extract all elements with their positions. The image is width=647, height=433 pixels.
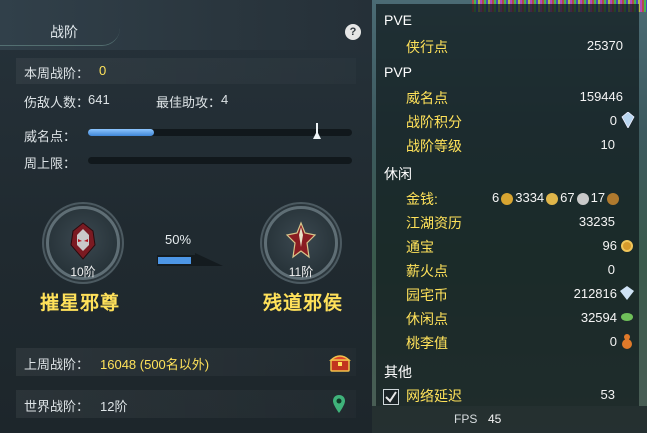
last-week-value: 16048 (500名以外) — [100, 357, 210, 372]
rank-score-value: 0 — [609, 113, 617, 128]
coins-label: 金钱: — [406, 191, 438, 207]
taoli-label: 桃李值 — [406, 335, 448, 351]
last-week-rank-row: 上周战阶： 16048 (500名以外) — [16, 348, 356, 376]
gold-ingot-icon — [501, 192, 514, 205]
demon-mask-icon — [70, 222, 96, 260]
coin-value-3: 67 — [560, 190, 575, 205]
prestige-cap-marker — [313, 131, 321, 139]
xinhuo-label: 薪火点 — [406, 263, 448, 279]
next-rank-level: 11阶 — [288, 265, 314, 279]
weekly-cap-bar — [88, 157, 352, 164]
leisure-points-label: 休闲点 — [406, 311, 448, 327]
tongbao-label: 通宝 — [406, 239, 434, 255]
prestige-points-label: 威名点 — [406, 90, 448, 106]
currency-overlay: PVE 侠行点 25370 PVP 威名点 159446 战阶积分 0 战阶等级… — [376, 4, 639, 406]
jianghu-label: 江湖资历 — [406, 215, 462, 231]
jianghu-value: 33235 — [578, 214, 615, 229]
gem-icon — [620, 286, 634, 300]
injured-label: 伤敌人数： — [24, 95, 90, 110]
weekly-rank-value: 0 — [99, 63, 107, 78]
taoli-value: 0 — [609, 334, 617, 349]
xinhuo-value: 0 — [607, 262, 615, 277]
silver-coin-icon — [576, 192, 589, 205]
world-label: 世界战阶： — [24, 399, 90, 414]
injured-value: 641 — [88, 92, 110, 107]
tongbao-value: 96 — [602, 238, 617, 253]
panel-header: 战阶 ? — [0, 0, 372, 50]
rank-progress-arrow — [157, 253, 223, 266]
currency-panel: PVE 侠行点 25370 PVP 威名点 159446 战阶积分 0 战阶等级… — [372, 0, 647, 433]
other-header: 其他 — [384, 364, 412, 380]
coin-value-4: 17 — [590, 190, 606, 205]
next-rank-emblem[interactable]: 11阶 — [264, 206, 338, 280]
prestige-bar — [88, 123, 352, 139]
weekly-rank-row: 本周战阶： 0 — [16, 58, 356, 84]
pve-header: PVE — [384, 12, 413, 28]
xiaxing-label: 侠行点 — [406, 39, 448, 55]
rank-level-value: 10 — [600, 137, 615, 152]
weekly-cap-label: 周上限： — [24, 156, 77, 171]
winged-crest-icon — [285, 221, 317, 259]
coins-group: 6 3334 67 17 — [492, 190, 620, 205]
network-delay-label: 网络延迟 — [406, 388, 462, 404]
fps-footer: FPS 45 — [372, 406, 647, 433]
gold-coin-icon — [546, 192, 559, 205]
leisure-points-value: 32594 — [580, 310, 617, 325]
gourd-icon — [622, 334, 632, 349]
current-rank-emblem[interactable]: 10阶 — [46, 206, 120, 280]
leisure-header: 休闲 — [384, 166, 412, 182]
best-assist-label: 最佳助攻： — [156, 95, 222, 110]
weekly-rank-label: 本周战阶： — [24, 66, 90, 81]
checkmark-icon — [385, 391, 397, 403]
best-assist-value: 4 — [221, 92, 229, 107]
prestige-label: 威名点： — [24, 129, 77, 144]
prestige-points-value: 159446 — [579, 89, 623, 104]
rank-level-label: 战阶等级 — [406, 138, 462, 154]
weekly-cap-row: 周上限： — [16, 148, 356, 174]
battle-rank-panel: 战阶 ? 本周战阶： 0 伤敌人数： 641 最佳助攻： 4 威名点： 周上限：… — [0, 0, 372, 433]
current-rank-name: 摧星邪尊 — [40, 293, 121, 314]
prestige-bar-fill — [88, 129, 154, 136]
copper-coin-icon — [607, 192, 620, 205]
combat-stats-row: 伤敌人数： 641 最佳助攻： 4 — [16, 87, 356, 113]
rank-progress-fill — [158, 257, 191, 264]
yuanzhai-value: 212816 — [573, 286, 617, 301]
pvp-header: PVP — [384, 64, 413, 80]
location-pin-icon[interactable] — [332, 394, 346, 414]
yuanzhai-label: 园宅币 — [406, 287, 448, 303]
fps-value: 45 — [488, 412, 502, 426]
leaf-icon — [621, 313, 633, 321]
panel-title: 战阶 — [50, 24, 78, 40]
xiaxing-value: 25370 — [586, 38, 623, 53]
world-rank-row: 世界战阶： 12阶 — [16, 390, 356, 418]
current-rank-level: 10阶 — [70, 265, 96, 279]
coin-value-1: 6 — [492, 190, 500, 205]
fps-label: FPS — [454, 412, 478, 426]
tongbao-icon — [621, 240, 633, 252]
coin-value-2: 3334 — [515, 190, 545, 205]
rank-score-label: 战阶积分 — [406, 114, 462, 130]
help-icon[interactable]: ? — [345, 24, 361, 40]
last-week-label: 上周战阶： — [24, 357, 90, 372]
rank-progress-percent: 50% — [165, 232, 192, 247]
world-value: 12阶 — [100, 399, 128, 414]
network-delay-checkbox[interactable] — [383, 389, 399, 405]
next-rank-name: 残道邪侯 — [263, 293, 344, 314]
treasure-chest-icon[interactable] — [328, 351, 352, 373]
network-delay-value: 53 — [600, 387, 615, 402]
crystal-icon — [621, 112, 635, 128]
prestige-row: 威名点： — [16, 121, 356, 147]
